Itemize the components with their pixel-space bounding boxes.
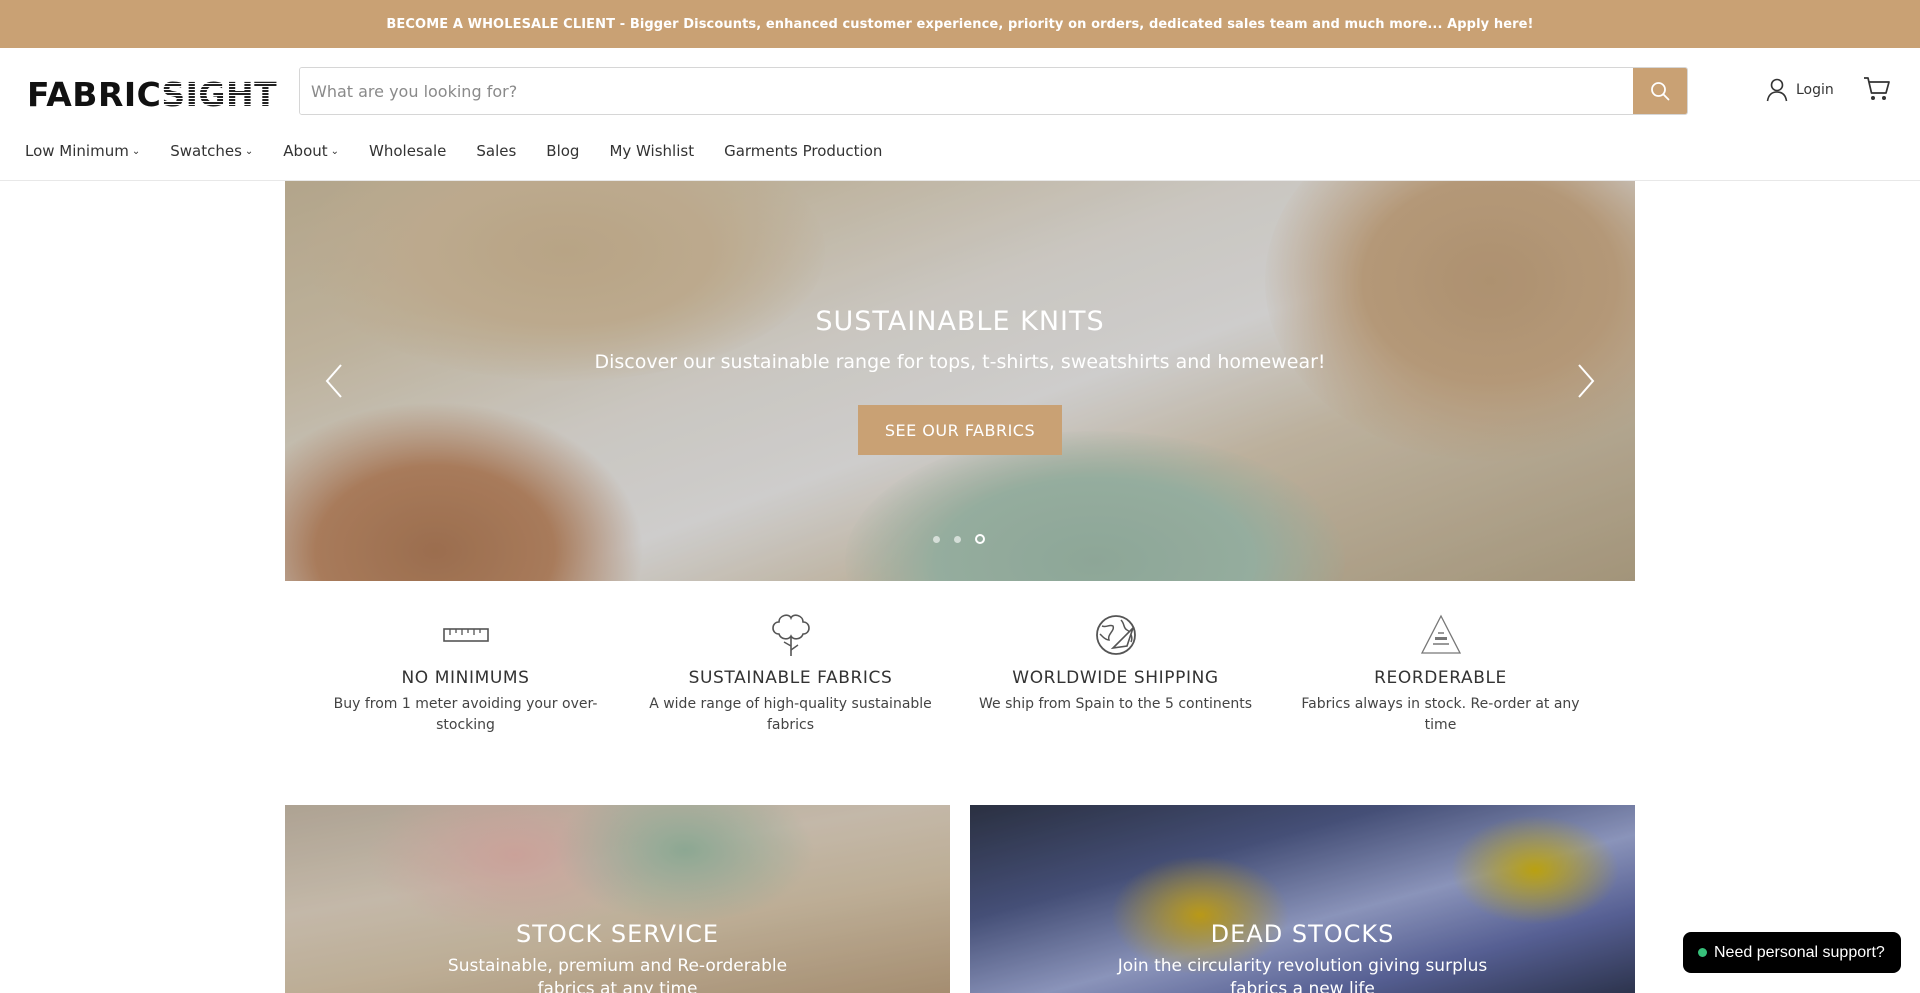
promo-stock-service[interactable]: STOCK SERVICE Sustainable, premium and R…	[285, 805, 950, 993]
announcement-bar[interactable]: BECOME A WHOLESALE CLIENT - Bigger Disco…	[0, 0, 1920, 48]
globe-plane-icon	[1095, 615, 1136, 655]
slide-dot-2[interactable]	[954, 535, 961, 543]
hero-title: SUSTAINABLE KNITS	[815, 306, 1105, 337]
logo-text-fabric: FABRIC	[27, 74, 162, 114]
ruler-icon	[442, 628, 489, 642]
chevron-down-icon: ⌄	[131, 145, 141, 157]
promo-dead-stocks[interactable]: DEAD STOCKS Join the circularity revolut…	[970, 805, 1635, 993]
feature-desc: Buy from 1 meter avoiding your over-stoc…	[333, 696, 598, 733]
slide-dots	[933, 534, 985, 544]
slide-dot-3[interactable]	[975, 534, 985, 544]
chevron-down-icon: ⌄	[330, 145, 340, 157]
feature-desc: Fabrics always in stock. Re-order at any…	[1301, 696, 1580, 733]
feature-desc: We ship from Spain to the 5 continents	[978, 696, 1253, 712]
support-chat-button[interactable]: Need personal support?	[1683, 932, 1901, 973]
logo-text-sight: SIGHT	[161, 74, 278, 114]
nav-label: Sales	[476, 142, 517, 160]
nav-item-swatches[interactable]: Swatches ⌄	[170, 142, 253, 160]
feature-sustainable-fabrics: SUSTAINABLE FABRICS A wide range of high…	[628, 612, 953, 752]
nav-label: About	[283, 142, 328, 160]
reorder-triangle-icon	[1420, 614, 1461, 654]
nav-item-sales[interactable]: Sales	[476, 142, 516, 160]
support-label: Need personal support?	[1714, 943, 1885, 961]
nav-item-garments-production[interactable]: Garments Production	[724, 142, 882, 160]
feature-worldwide-shipping: WORLDWIDE SHIPPING We ship from Spain to…	[953, 612, 1278, 752]
site-logo[interactable]: FABRIC SIGHT	[27, 74, 277, 114]
hero-slideshow: SUSTAINABLE KNITS Discover our sustainab…	[285, 181, 1635, 581]
nav-item-my-wishlist[interactable]: My Wishlist	[609, 142, 694, 160]
nav-label: Blog	[546, 142, 580, 160]
nav-item-wholesale[interactable]: Wholesale	[369, 142, 446, 160]
hero-subtitle: Discover our sustainable range for tops,…	[594, 351, 1326, 373]
feature-title: NO MINIMUMS	[401, 668, 530, 688]
nav-item-low-minimum[interactable]: Low Minimum ⌄	[25, 142, 140, 160]
feature-title: REORDERABLE	[1374, 668, 1507, 688]
see-our-fabrics-button[interactable]: SEE OUR FABRICS	[858, 405, 1062, 455]
login-label: Login	[1796, 82, 1834, 98]
promo-subtitle: Join the circularity revolution giving s…	[1117, 956, 1488, 993]
feature-title: WORLDWIDE SHIPPING	[1012, 668, 1219, 688]
nav-label: Garments Production	[724, 142, 883, 160]
cart-button[interactable]	[1863, 76, 1891, 106]
features-row: NO MINIMUMS Buy from 1 meter avoiding yo…	[285, 612, 1635, 752]
nav-label: Low Minimum	[25, 142, 129, 160]
hero-overlay	[285, 181, 1635, 581]
slide-dot-1[interactable]	[933, 535, 940, 543]
slide-next-icon[interactable]	[1573, 361, 1597, 401]
search-icon	[1651, 82, 1670, 101]
online-status-dot	[1698, 948, 1707, 957]
promo-title: STOCK SERVICE	[515, 920, 720, 948]
announcement-text[interactable]: BECOME A WHOLESALE CLIENT - Bigger Disco…	[386, 17, 1533, 32]
nav-label: Wholesale	[369, 142, 447, 160]
nav-item-about[interactable]: About ⌄	[283, 142, 339, 160]
search-bar	[299, 67, 1688, 115]
cart-icon	[1864, 77, 1890, 100]
nav-label: My Wishlist	[609, 142, 695, 160]
main-nav: Low Minimum ⌄ Swatches ⌄ About ⌄ Wholesale …	[25, 142, 912, 160]
slide-prev-icon[interactable]	[323, 361, 347, 401]
login-link[interactable]: Login	[1766, 78, 1834, 102]
site-header: FABRICSIGHT Login Low Minimum⌄ Swatches	[0, 48, 1920, 181]
search-input[interactable]	[300, 68, 1633, 114]
promo-title: DEAD STOCKS	[1210, 920, 1395, 948]
feature-desc: A wide range of high-quality sustainable…	[649, 696, 932, 733]
feature-no-minimums: NO MINIMUMS Buy from 1 meter avoiding yo…	[303, 612, 628, 752]
feature-title: SUSTAINABLE FABRICS	[688, 668, 893, 688]
search-button[interactable]	[1633, 68, 1687, 114]
cotton-plant-icon	[771, 614, 810, 656]
user-icon	[1766, 78, 1788, 102]
nav-label: Swatches	[170, 142, 242, 160]
chevron-down-icon: ⌄	[244, 145, 254, 157]
feature-reorderable: REORDERABLE Fabrics always in stock. Re-…	[1278, 612, 1603, 752]
nav-item-blog[interactable]: Blog	[546, 142, 579, 160]
promo-subtitle: Sustainable, premium and Re-orderable fa…	[447, 956, 788, 993]
